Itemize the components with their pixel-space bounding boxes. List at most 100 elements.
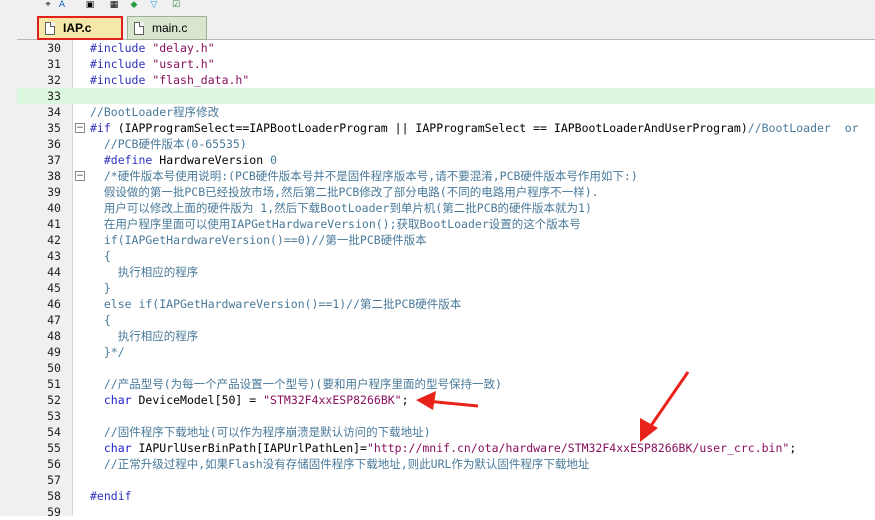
search-icon[interactable]: A	[56, 0, 68, 10]
editor-tab-bar: IAP.c main.c	[17, 12, 875, 40]
preprocessor-directive: #if	[90, 121, 111, 135]
line-number: 52	[47, 393, 61, 407]
line-number: 43	[47, 249, 61, 263]
preprocessor-directive: #define	[103, 153, 153, 167]
code-line[interactable]: 52 char DeviceModel[50] = "STM32F4xxESP8…	[17, 392, 875, 408]
line-number: 39	[47, 185, 61, 199]
code-line[interactable]: 44 执行相应的程序	[17, 264, 875, 280]
preprocessor-directive: #include	[90, 73, 146, 87]
code-line[interactable]: 36 //PCB硬件版本(0-65535)	[17, 136, 875, 152]
preprocessor-directive: #include	[90, 57, 146, 71]
preprocessor-directive: #endif	[90, 489, 132, 503]
code-editor[interactable]: 30 #include "delay.h" 31 #include "usart.h"…	[17, 40, 875, 519]
code-line[interactable]: 48 执行相应的程序	[17, 328, 875, 344]
code-line[interactable]: 41 在用户程序里面可以使用IAPGetHardwareVersion();获取…	[17, 216, 875, 232]
check-icon[interactable]: ☑	[170, 0, 182, 10]
line-number: 46	[47, 297, 61, 311]
number-literal: 0	[270, 153, 277, 167]
condition-expression: (IAPProgramSelect==IAPBootLoaderProgram …	[110, 121, 748, 135]
code-line[interactable]: 43 {	[17, 248, 875, 264]
line-number: 37	[47, 153, 61, 167]
window-icon[interactable]: ▣	[84, 0, 96, 10]
tab-label: IAP.c	[63, 21, 92, 35]
comment-text: 执行相应的程序	[90, 265, 199, 279]
tab-main-c[interactable]: main.c	[127, 16, 207, 40]
line-number: 51	[47, 377, 61, 391]
code-line[interactable]: 33	[17, 88, 875, 104]
code-line[interactable]: 39 假设做的第一批PCB已经投放市场,然后第二批PCB修改了部分电路(不同的电…	[17, 184, 875, 200]
code-text: #include "flash_data.h"	[90, 72, 249, 88]
comment-text: {	[90, 313, 111, 327]
code-line[interactable]: 38 − /*硬件版本号使用说明:(PCB硬件版本号并不是固件程序版本号,请不要混…	[17, 168, 875, 184]
code-text: #include "usart.h"	[90, 56, 215, 72]
code-line[interactable]: 59	[17, 504, 875, 520]
code-line[interactable]: 54 //固件程序下载地址(可以作为程序崩溃是默认访问的下载地址)	[17, 424, 875, 440]
comment-text: else if(IAPGetHardwareVersion()==1)//第二批…	[90, 297, 462, 311]
code-line[interactable]: 51 //产品型号(为每一个产品设置一个型号)(要和用户程序里面的型号保持一致)	[17, 376, 875, 392]
tab-label: main.c	[152, 21, 188, 35]
comment-text: 用户可以修改上面的硬件版为 1,然后下载BootLoader到单片机(第二批PC…	[90, 201, 592, 215]
line-number: 58	[47, 489, 61, 503]
code-text: #endif	[90, 488, 132, 504]
code-text: //固件程序下载地址(可以作为程序崩溃是默认访问的下载地址)	[90, 424, 431, 440]
code-line[interactable]: 37 #define HardwareVersion 0	[17, 152, 875, 168]
line-number: 38	[47, 169, 61, 183]
comment-text: //BootLoader程序修改	[90, 105, 220, 119]
tab-iap-c[interactable]: IAP.c	[37, 16, 123, 40]
code-line[interactable]: 31 #include "usart.h"	[17, 56, 875, 72]
code-line[interactable]: 47 {	[17, 312, 875, 328]
string-literal: "http://mnif.cn/ota/hardware/STM32F4xxES…	[366, 441, 790, 455]
file-icon	[45, 21, 55, 35]
code-text: //产品型号(为每一个产品设置一个型号)(要和用户程序里面的型号保持一致)	[90, 376, 502, 392]
code-line[interactable]: 56 //正常升级过程中,如果Flash没有存储固件程序下载地址,则此URL作为…	[17, 456, 875, 472]
line-number: 47	[47, 313, 61, 327]
line-number: 33	[47, 89, 61, 103]
comment-text: 执行相应的程序	[90, 329, 199, 343]
line-number: 31	[47, 57, 61, 71]
line-number: 30	[47, 41, 61, 55]
code-text: #include "delay.h"	[90, 40, 215, 56]
code-line[interactable]: 50	[17, 360, 875, 376]
line-number: 34	[47, 105, 61, 119]
code-line[interactable]: 32 #include "flash_data.h"	[17, 72, 875, 88]
code-line[interactable]: 49 }*/	[17, 344, 875, 360]
fold-toggle-icon[interactable]: −	[75, 123, 85, 133]
code-line[interactable]: 40 用户可以修改上面的硬件版为 1,然后下载BootLoader到单片机(第二…	[17, 200, 875, 216]
grid-icon[interactable]: ▦	[108, 0, 120, 10]
line-number: 32	[47, 73, 61, 87]
string-literal: "usart.h"	[152, 57, 215, 71]
string-literal: "flash_data.h"	[152, 73, 250, 87]
code-text: }	[90, 280, 111, 296]
code-line[interactable]: 42 if(IAPGetHardwareVersion()==0)//第一批PC…	[17, 232, 875, 248]
code-line[interactable]: 55 char IAPUrlUserBinPath[IAPUrlPathLen]…	[17, 440, 875, 456]
identifier: IAPUrlUserBinPath[IAPUrlPathLen]=	[138, 441, 367, 455]
code-line[interactable]: 45 }	[17, 280, 875, 296]
code-text: #if (IAPProgramSelect==IAPBootLoaderProg…	[90, 120, 859, 136]
code-text: 在用户程序里面可以使用IAPGetHardwareVersion();获取Boo…	[90, 216, 581, 232]
keyword: char	[103, 393, 132, 407]
code-line[interactable]: 57	[17, 472, 875, 488]
code-text: 用户可以修改上面的硬件版为 1,然后下载BootLoader到单片机(第二批PC…	[90, 200, 592, 216]
comment-text: //PCB硬件版本(0-65535)	[90, 137, 247, 151]
line-number: 53	[47, 409, 61, 423]
fold-toggle-icon[interactable]: −	[75, 171, 85, 181]
line-number: 49	[47, 345, 61, 359]
code-line[interactable]: 53	[17, 408, 875, 424]
comment-text: if(IAPGetHardwareVersion()==0)//第一批PCB硬件…	[90, 233, 427, 247]
cursor-icon[interactable]: ⌖	[42, 0, 54, 10]
download-icon[interactable]: ◆	[128, 0, 140, 10]
code-text: if(IAPGetHardwareVersion()==0)//第一批PCB硬件…	[90, 232, 427, 248]
code-line[interactable]: 35 − #if (IAPProgramSelect==IAPBootLoaderP…	[17, 120, 875, 136]
line-number: 50	[47, 361, 61, 375]
code-line[interactable]: 34 //BootLoader程序修改	[17, 104, 875, 120]
filter-icon[interactable]: ▽	[148, 0, 160, 10]
line-number: 41	[47, 217, 61, 231]
code-line[interactable]: 30 #include "delay.h"	[17, 40, 875, 56]
code-line[interactable]: 58 #endif	[17, 488, 875, 504]
code-text: 假设做的第一批PCB已经投放市场,然后第二批PCB修改了部分电路(不同的电路用户…	[90, 184, 599, 200]
comment-text: //产品型号(为每一个产品设置一个型号)(要和用户程序里面的型号保持一致)	[90, 377, 502, 391]
code-line[interactable]: 46 else if(IAPGetHardwareVersion()==1)//…	[17, 296, 875, 312]
